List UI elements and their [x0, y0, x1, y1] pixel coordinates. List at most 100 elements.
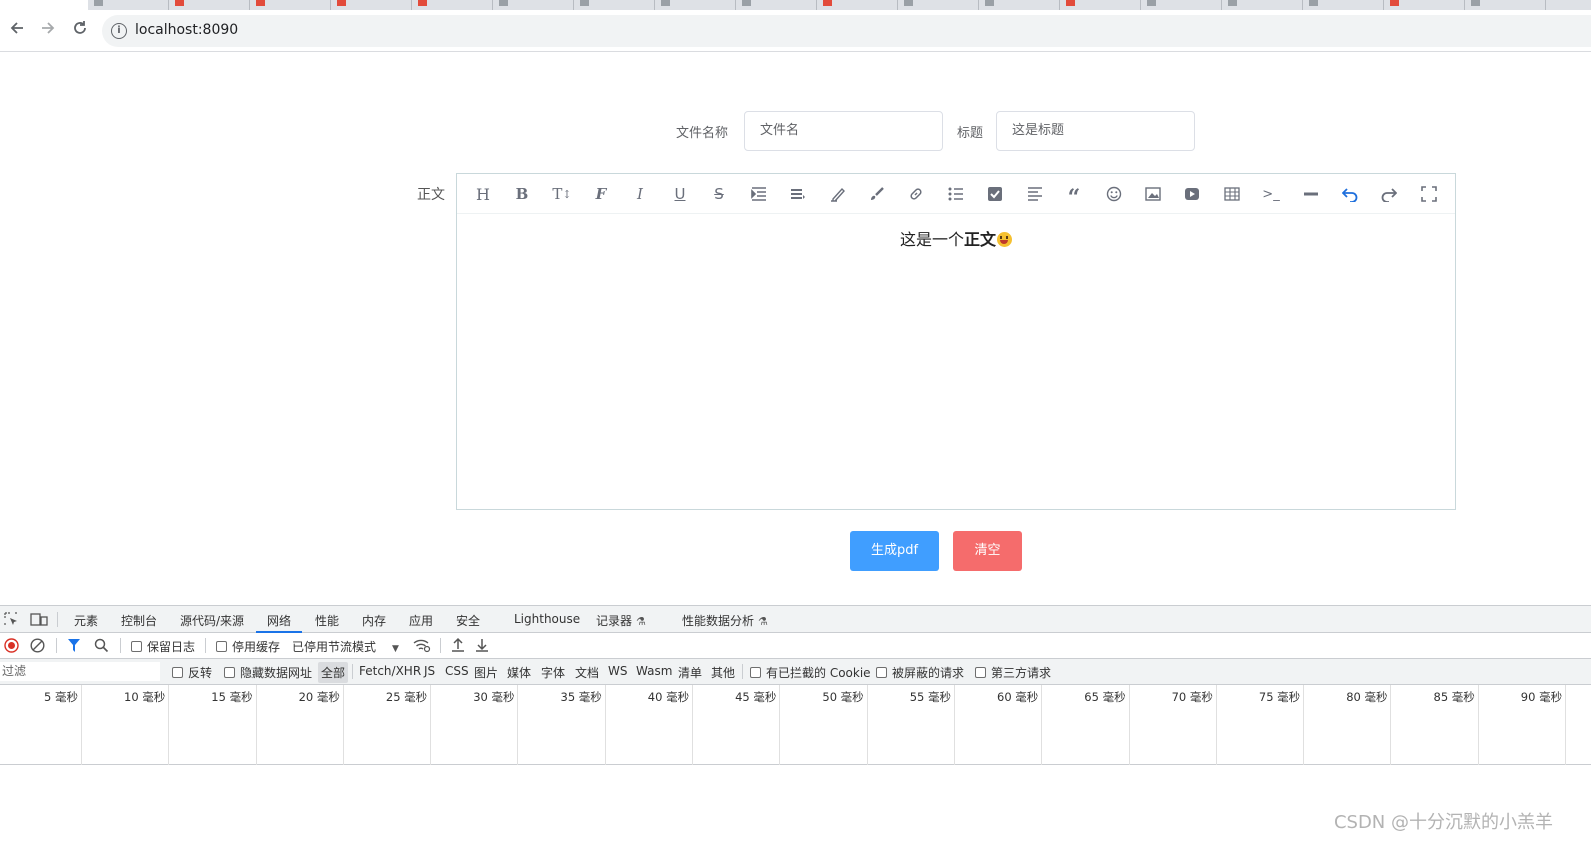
browser-tab[interactable] — [1303, 0, 1384, 10]
clear-log-icon[interactable] — [30, 638, 45, 656]
font-size-icon[interactable]: T ↕ — [550, 182, 574, 206]
filter-type-all[interactable]: 全部 — [318, 662, 349, 683]
third-party-checkbox[interactable]: 第三方请求 — [975, 664, 1051, 681]
import-har-icon[interactable] — [451, 637, 465, 656]
quote-icon[interactable]: “ — [1062, 182, 1086, 211]
filter-type-js[interactable]: JS — [424, 664, 435, 678]
address-bar[interactable]: i localhost:8090 — [102, 15, 1591, 47]
generate-pdf-button[interactable]: 生成pdf — [850, 531, 939, 571]
forward-arrow-icon[interactable] — [35, 18, 61, 44]
filter-icon[interactable] — [67, 638, 81, 656]
image-icon[interactable] — [1141, 182, 1165, 206]
browser-tab[interactable] — [655, 0, 736, 10]
code-icon[interactable]: >_ — [1259, 182, 1283, 206]
tab-performance[interactable]: 性能 — [315, 612, 339, 629]
browser-tab[interactable] — [88, 0, 169, 10]
throttling-value: 已停用节流模式 — [292, 640, 377, 654]
underline-icon[interactable]: U — [668, 182, 692, 206]
device-toolbar-icon[interactable] — [30, 611, 48, 630]
export-har-icon[interactable] — [475, 637, 489, 656]
filter-type-fetch-xhr[interactable]: Fetch/XHR — [359, 664, 421, 678]
filter-type-media[interactable]: 媒体 — [507, 664, 531, 681]
browser-tab[interactable] — [979, 0, 1060, 10]
fullscreen-icon[interactable] — [1417, 182, 1441, 206]
divider-icon[interactable] — [1299, 182, 1323, 206]
blocked-requests-checkbox[interactable]: 被屏蔽的请求 — [876, 664, 964, 681]
tab-performance-insights[interactable]: 性能数据分析 ⚗ — [682, 612, 768, 629]
throttling-select[interactable]: 已停用节流模式 ▼ — [292, 638, 399, 655]
heading-icon[interactable]: H — [471, 182, 495, 206]
table-icon[interactable] — [1220, 182, 1244, 206]
hide-data-urls-checkbox[interactable]: 隐藏数据网址 — [224, 664, 312, 681]
filter-type-css[interactable]: CSS — [445, 664, 469, 678]
browser-tab[interactable] — [1222, 0, 1303, 10]
tab-lighthouse[interactable]: Lighthouse — [514, 612, 580, 626]
timeline-tick: 65 毫秒 — [1042, 685, 1130, 765]
background-color-icon[interactable] — [865, 182, 889, 206]
filter-type-doc[interactable]: 文档 — [575, 664, 599, 681]
active-tab[interactable] — [0, 0, 88, 10]
browser-tab[interactable] — [412, 0, 493, 10]
tab-application[interactable]: 应用 — [409, 612, 433, 629]
tab-sources[interactable]: 源代码/来源 — [180, 612, 244, 629]
strikethrough-icon[interactable]: S — [707, 182, 731, 206]
filter-type-other[interactable]: 其他 — [711, 664, 735, 681]
line-height-icon[interactable] — [786, 182, 810, 206]
tab-network[interactable]: 网络 — [256, 612, 303, 633]
undo-icon[interactable] — [1338, 182, 1362, 206]
video-icon[interactable] — [1180, 182, 1204, 206]
record-icon[interactable] — [4, 638, 19, 656]
title-input[interactable]: 这是标题 — [996, 111, 1195, 151]
network-overview-timeline[interactable]: 5 毫秒 10 毫秒 15 毫秒 20 毫秒 25 毫秒 30 毫秒 35 毫秒 40 毫秒 4… — [0, 685, 1591, 765]
todo-icon[interactable] — [983, 182, 1007, 206]
timeline-tick: 70 毫秒 — [1130, 685, 1217, 765]
tab-console[interactable]: 控制台 — [121, 612, 157, 629]
browser-tab[interactable] — [574, 0, 655, 10]
clear-button[interactable]: 清空 — [953, 531, 1022, 571]
filter-type-img[interactable]: 图片 — [474, 664, 498, 681]
browser-tab[interactable] — [493, 0, 574, 10]
search-icon[interactable] — [94, 638, 109, 656]
link-icon[interactable] — [904, 182, 928, 206]
browser-tab[interactable] — [1141, 0, 1222, 10]
italic-icon[interactable]: I — [628, 182, 652, 206]
tab-elements[interactable]: 元素 — [74, 612, 98, 629]
invert-checkbox[interactable]: 反转 — [172, 664, 212, 681]
font-color-icon[interactable] — [826, 182, 850, 206]
filter-input[interactable]: 过滤 — [0, 662, 160, 681]
blocked-cookies-checkbox[interactable]: 有已拦截的 Cookie — [750, 664, 871, 681]
browser-tab[interactable] — [169, 0, 250, 10]
browser-tab[interactable] — [1060, 0, 1141, 10]
browser-tab[interactable] — [736, 0, 817, 10]
filter-type-wasm[interactable]: Wasm — [636, 664, 672, 678]
bold-icon[interactable]: B — [510, 182, 534, 206]
redo-icon[interactable] — [1377, 182, 1401, 206]
browser-tab[interactable] — [1465, 0, 1546, 10]
browser-tab[interactable] — [817, 0, 898, 10]
tab-security[interactable]: 安全 — [456, 612, 480, 629]
browser-tab[interactable] — [331, 0, 412, 10]
tab-memory[interactable]: 内存 — [362, 612, 386, 629]
reload-icon[interactable] — [67, 18, 93, 44]
font-family-icon[interactable]: F — [589, 182, 613, 206]
site-info-icon[interactable]: i — [111, 23, 127, 39]
editor-content[interactable]: 这是一个正文 — [457, 215, 1455, 250]
tab-recorder[interactable]: 记录器 ⚗ — [596, 612, 646, 629]
filter-type-font[interactable]: 字体 — [541, 664, 565, 681]
network-conditions-icon[interactable] — [413, 637, 431, 656]
filter-type-manifest[interactable]: 清单 — [678, 664, 702, 681]
back-arrow-icon[interactable] — [4, 18, 30, 44]
emoticon-icon[interactable] — [1102, 182, 1126, 206]
browser-tab[interactable] — [250, 0, 331, 10]
list-icon[interactable] — [944, 182, 968, 206]
preserve-log-checkbox[interactable]: 保留日志 — [131, 638, 195, 655]
disable-cache-checkbox[interactable]: 停用缓存 — [216, 638, 280, 655]
address-url[interactable]: localhost:8090 — [135, 22, 238, 38]
inspect-element-icon[interactable] — [3, 611, 19, 630]
browser-tab[interactable] — [1384, 0, 1465, 10]
indent-icon[interactable] — [747, 182, 771, 206]
filename-input[interactable]: 文件名 — [744, 111, 943, 151]
browser-tab[interactable] — [898, 0, 979, 10]
filter-type-ws[interactable]: WS — [608, 664, 627, 678]
justify-icon[interactable] — [1023, 182, 1047, 206]
